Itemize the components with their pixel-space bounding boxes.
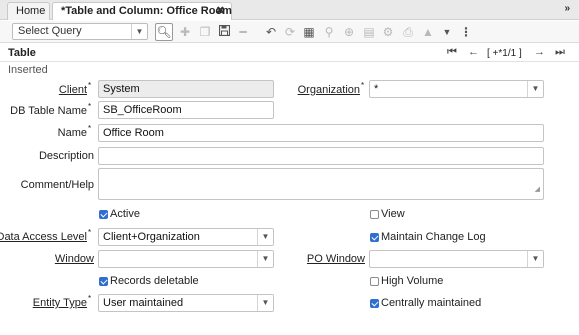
high-volume-label: High Volume (381, 275, 444, 287)
data-access-level-select[interactable]: Client+Organization ▼ (98, 228, 274, 246)
process-icon[interactable]: ⚙ (379, 23, 397, 41)
client-field[interactable]: System (98, 80, 274, 98)
required-mark: * (88, 294, 92, 303)
required-mark: * (361, 81, 365, 90)
comment-help-textarea[interactable]: ◢ (98, 168, 544, 200)
required-mark: * (88, 102, 92, 111)
resize-handle-icon[interactable]: ◢ (535, 182, 540, 198)
client-value: System (103, 83, 140, 95)
high-volume-checkbox[interactable] (370, 277, 379, 286)
zoom-icon[interactable]: ⊕ (340, 23, 358, 41)
close-icon[interactable]: ✖ (216, 3, 225, 20)
report-icon[interactable]: ▤ (360, 23, 378, 41)
select-query-label: Select Query (18, 25, 82, 37)
collapse-icon[interactable]: » (564, 3, 570, 14)
db-table-name-label: DB Table Name (10, 105, 87, 117)
client-label[interactable]: Client (59, 84, 87, 96)
name-value: Office Room (103, 127, 164, 139)
description-label: Description (38, 150, 94, 162)
organization-select[interactable]: * ▼ (369, 80, 544, 98)
tab-bar: Home *Table and Column: Office Room ✖ » (0, 0, 579, 20)
data-access-level-label[interactable]: Data Access Level (0, 231, 87, 243)
required-mark: * (88, 81, 92, 90)
chevron-down-icon[interactable]: ▼ (257, 229, 273, 245)
chevron-down-icon[interactable]: ▼ (257, 295, 273, 311)
records-deletable-checkbox[interactable] (99, 277, 108, 286)
page-title: Table (8, 47, 36, 59)
tab-active-label: *Table and Column: Office Room (61, 5, 232, 17)
required-mark: * (88, 124, 92, 133)
active-label: Active (110, 208, 140, 220)
select-query-dropdown[interactable]: Select Query ▼ (12, 23, 148, 40)
attachment-icon[interactable]: ⚲ (320, 23, 338, 41)
record-info: [ +*1/1 ] (487, 48, 522, 59)
refresh-icon[interactable]: ⟳ (281, 23, 299, 41)
last-record-icon[interactable]: ⏭ (555, 46, 565, 59)
window-label[interactable]: Window (55, 253, 94, 265)
maintain-change-log-checkbox[interactable] (370, 233, 379, 242)
window-select[interactable]: ▼ (98, 250, 274, 268)
po-window-label[interactable]: PO Window (307, 253, 365, 265)
first-record-icon[interactable]: ⏮ (447, 46, 457, 59)
chevron-down-icon[interactable]: ▼ (131, 24, 147, 39)
comment-help-label: Comment/Help (20, 179, 94, 191)
records-deletable-label: Records deletable (110, 275, 199, 287)
organization-label[interactable]: Organization (298, 84, 360, 96)
tab-table-and-column[interactable]: *Table and Column: Office Room ✖ (52, 2, 232, 20)
grid-toggle-icon[interactable]: ▦ (300, 23, 318, 41)
view-label: View (381, 208, 405, 220)
db-table-name-input[interactable]: SB_OfficeRoom (98, 101, 274, 119)
entity-type-value: User maintained (103, 297, 184, 309)
entity-type-label[interactable]: Entity Type (33, 297, 87, 309)
next-record-icon[interactable]: → (534, 46, 545, 58)
parent-icon[interactable]: ▲ (419, 23, 437, 41)
more-icon[interactable]: ⋮ (457, 23, 475, 41)
copy-icon[interactable]: ❐ (196, 23, 214, 41)
view-checkbox[interactable] (370, 210, 379, 219)
search-icon[interactable]: 🔍︎ (155, 23, 173, 41)
new-icon[interactable]: ✚ (176, 23, 194, 41)
previous-record-icon[interactable]: ← (468, 46, 479, 58)
tab-home-label: Home (16, 5, 46, 17)
toolbar: Select Query ▼ 🔍︎ ✚ ❐ ━ ↶ ⟳ ▦ ⚲ ⊕ ▤ ⚙ ⎙ … (0, 21, 579, 43)
detail-icon[interactable]: ▼ (438, 23, 456, 41)
chevron-down-icon[interactable]: ▼ (257, 251, 273, 267)
chevron-down-icon[interactable]: ▼ (527, 251, 543, 267)
maintain-change-log-label: Maintain Change Log (381, 231, 486, 243)
organization-value: * (374, 83, 379, 95)
chevron-down-icon[interactable]: ▼ (527, 81, 543, 97)
delete-icon[interactable]: ━ (234, 23, 252, 41)
record-navigation: ⏮ ← [ +*1/1 ] → ⏭ (447, 46, 571, 60)
name-label: Name (57, 127, 87, 139)
undo-icon[interactable]: ↶ (262, 23, 280, 41)
data-access-level-value: Client+Organization (103, 231, 200, 243)
active-checkbox[interactable] (99, 210, 108, 219)
save-icon[interactable] (215, 23, 233, 41)
centrally-maintained-label: Centrally maintained (381, 297, 482, 309)
description-input[interactable] (98, 147, 544, 165)
name-input[interactable]: Office Room (98, 124, 544, 142)
db-table-name-value: SB_OfficeRoom (103, 104, 182, 116)
print-icon[interactable]: ⎙ (399, 23, 417, 41)
centrally-maintained-checkbox[interactable] (370, 299, 379, 308)
required-mark: * (88, 228, 92, 237)
entity-type-select[interactable]: User maintained ▼ (98, 294, 274, 312)
header-divider (0, 61, 579, 62)
status-text: Inserted (8, 64, 48, 76)
tab-home[interactable]: Home (7, 2, 50, 20)
po-window-select[interactable]: ▼ (369, 250, 544, 268)
